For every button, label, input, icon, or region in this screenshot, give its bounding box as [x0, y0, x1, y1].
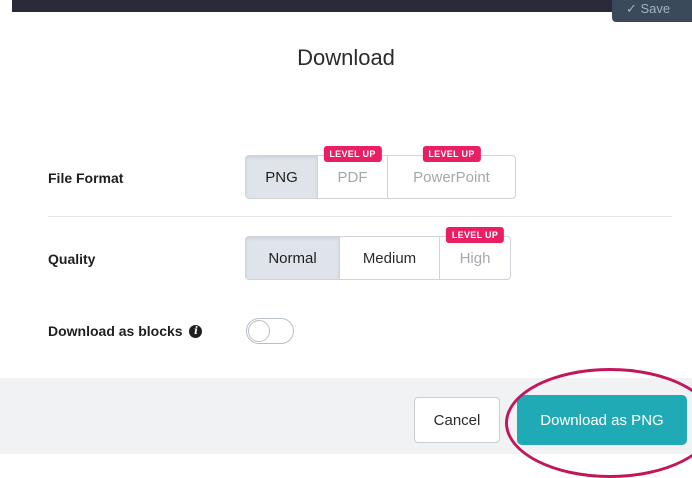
- section-divider: [48, 216, 672, 217]
- download-as-blocks-toggle[interactable]: [246, 318, 294, 344]
- top-toolbar: ✓ Save: [12, 0, 692, 22]
- quality-option-medium-label: Medium: [362, 249, 417, 267]
- download-button-label: Download as PNG: [540, 411, 664, 429]
- toggle-knob: [248, 320, 270, 342]
- format-option-pdf[interactable]: LEVEL UP PDF: [318, 146, 388, 198]
- format-option-pdf-label: PDF: [337, 168, 368, 186]
- save-button[interactable]: ✓ Save: [612, 0, 692, 22]
- file-format-label: File Format: [48, 170, 124, 186]
- info-icon[interactable]: i: [189, 324, 203, 338]
- level-up-badge: LEVEL UP: [445, 227, 505, 243]
- cancel-button-label: Cancel: [433, 411, 481, 429]
- format-option-png[interactable]: PNG: [246, 156, 318, 198]
- quality-option-high[interactable]: LEVEL UP High: [440, 227, 510, 279]
- dialog-title: Download: [297, 45, 395, 70]
- quality-option-medium[interactable]: Medium: [340, 237, 440, 279]
- format-option-png-label: PNG: [265, 168, 298, 186]
- format-option-powerpoint[interactable]: LEVEL UP PowerPoint: [388, 146, 515, 198]
- file-format-selector: PNG LEVEL UP PDF LEVEL UP PowerPoint: [245, 146, 516, 199]
- format-option-powerpoint-label: PowerPoint: [413, 168, 490, 186]
- download-as-blocks-row: Download as blocks i: [48, 323, 203, 339]
- quality-option-normal[interactable]: Normal: [246, 237, 340, 279]
- level-up-badge: LEVEL UP: [323, 146, 382, 162]
- level-up-badge: LEVEL UP: [422, 146, 481, 162]
- quality-option-normal-label: Normal: [268, 249, 317, 267]
- quality-label: Quality: [48, 251, 96, 267]
- quality-option-high-label: High: [459, 249, 491, 267]
- cancel-button[interactable]: Cancel: [414, 397, 500, 443]
- download-button[interactable]: Download as PNG: [517, 395, 687, 445]
- quality-selector: Normal Medium LEVEL UP High: [245, 227, 511, 280]
- download-as-blocks-label: Download as blocks: [48, 323, 183, 339]
